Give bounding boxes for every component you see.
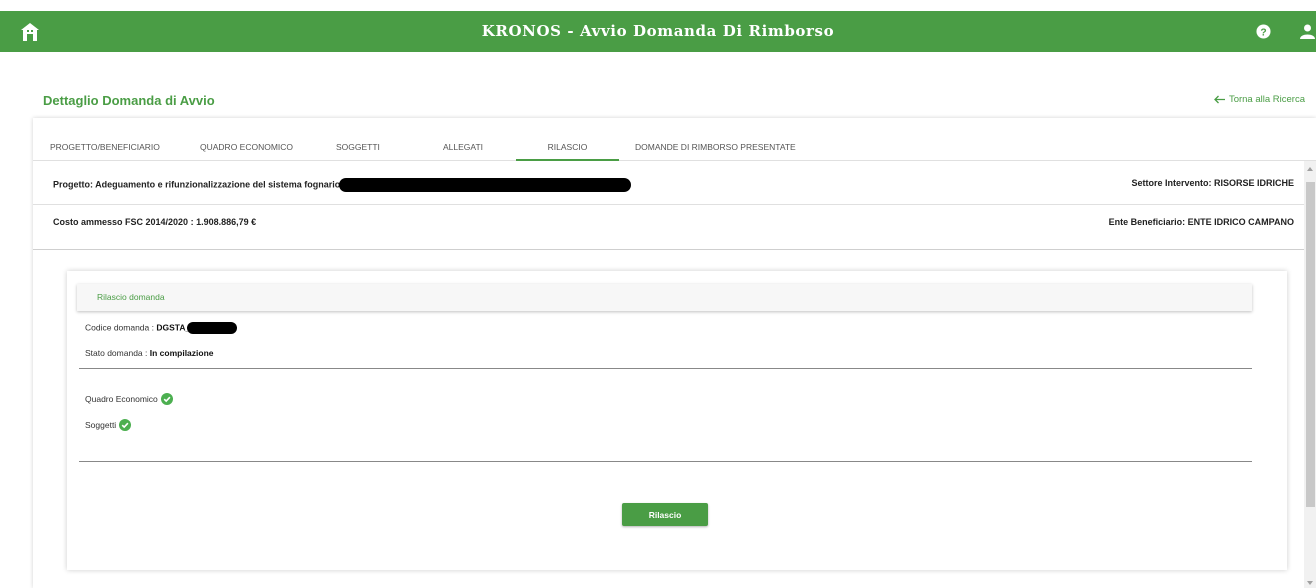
beneficiary-entity: Ente Beneficiario: ENTE IDRICO CAMPANO bbox=[1108, 217, 1294, 227]
release-card-header: Rilascio domanda bbox=[77, 284, 1252, 311]
scroll-down-icon[interactable] bbox=[1307, 581, 1313, 585]
vertical-scrollbar[interactable] bbox=[1304, 161, 1316, 588]
tab-bar: PROGETTO/BENEFICIARIO QUADRO ECONOMICO S… bbox=[33, 118, 1316, 161]
app-title: KRONOS - Avvio Domanda Di Rimborso bbox=[481, 22, 835, 40]
scrollbar-thumb[interactable] bbox=[1306, 182, 1315, 507]
scroll-up-icon[interactable] bbox=[1307, 167, 1313, 171]
tab-quadro-economico[interactable]: QUADRO ECONOMICO bbox=[200, 118, 293, 161]
intervention-sector: Settore Intervento: RISORSE IDRICHE bbox=[1131, 178, 1294, 188]
release-card: Rilascio domanda Codice domanda : DGSTA_… bbox=[67, 271, 1287, 570]
cost-info-row: Costo ammesso FSC 2014/2020 : 1.908.886,… bbox=[33, 206, 1304, 250]
divider bbox=[79, 368, 1252, 369]
redacted-block bbox=[187, 322, 238, 334]
tab-domande-rimborso-presentate[interactable]: DOMANDE DI RIMBORSO PRESENTATE bbox=[635, 118, 796, 161]
tab-rilascio[interactable]: RILASCIO bbox=[516, 118, 619, 161]
user-icon[interactable] bbox=[1299, 24, 1316, 39]
help-icon[interactable]: ? bbox=[1256, 24, 1271, 39]
arrow-left-icon bbox=[1214, 95, 1225, 104]
check-circle-icon bbox=[160, 393, 173, 405]
main-card: PROGETTO/BENEFICIARIO QUADRO ECONOMICO S… bbox=[33, 118, 1316, 588]
release-button[interactable]: Rilascio bbox=[622, 503, 708, 526]
back-link-label: Torna alla Ricerca bbox=[1228, 94, 1305, 105]
check-soggetti: Soggetti bbox=[85, 419, 132, 431]
check-quadro-economico: Quadro Economico bbox=[85, 393, 173, 405]
tab-soggetti[interactable]: SOGGETTI bbox=[336, 118, 380, 161]
check-circle-icon bbox=[119, 419, 132, 431]
application-code-value: DGSTA_ bbox=[156, 322, 191, 333]
tab-progetto-beneficiario[interactable]: PROGETTO/BENEFICIARIO bbox=[50, 118, 160, 161]
admitted-cost: Costo ammesso FSC 2014/2020 : 1.908.886,… bbox=[53, 217, 257, 227]
tab-allegati[interactable]: ALLEGATI bbox=[443, 118, 483, 161]
divider bbox=[79, 461, 1252, 462]
top-bar: KRONOS - Avvio Domanda Di Rimborso ? bbox=[0, 11, 1316, 52]
svg-text:?: ? bbox=[1260, 27, 1266, 38]
back-to-search-link[interactable]: Torna alla Ricerca bbox=[1214, 94, 1305, 105]
application-status-value: In compilazione bbox=[149, 348, 214, 358]
application-code: Codice domanda : DGSTA_ bbox=[85, 322, 238, 334]
project-info-row: Progetto: Adeguamento e rifunzionalizzaz… bbox=[33, 161, 1304, 205]
project-name: Progetto: Adeguamento e rifunzionalizzaz… bbox=[53, 179, 341, 190]
redacted-block bbox=[338, 178, 631, 192]
application-status: Stato domanda : In compilazione bbox=[85, 348, 214, 358]
page-title: Dettaglio Domanda di Avvio bbox=[43, 93, 215, 108]
